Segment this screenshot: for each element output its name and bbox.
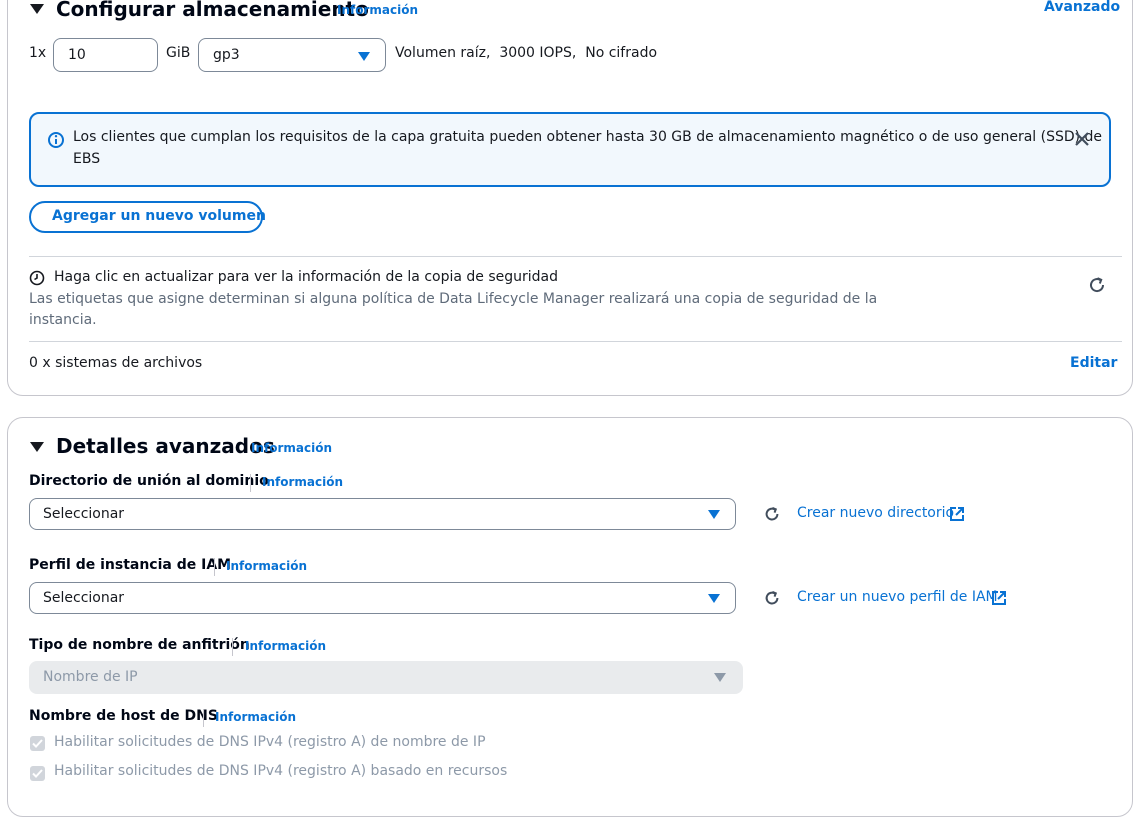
domain-select-value: Seleccionar — [43, 506, 125, 522]
alert-text-line2: EBS — [73, 151, 101, 167]
advanced-title: Detalles avanzados — [56, 434, 275, 458]
refresh-icon[interactable] — [1087, 275, 1107, 295]
external-link-icon[interactable] — [949, 506, 965, 522]
backup-title: Haga clic en actualizar para ver la info… — [54, 269, 558, 285]
volume-type-select[interactable]: gp3 — [198, 38, 386, 72]
refresh-icon[interactable] — [763, 505, 781, 523]
iam-info-link[interactable]: Información — [226, 559, 307, 573]
divider — [29, 256, 1122, 257]
dns-info-link[interactable]: Información — [215, 710, 296, 724]
domain-info-link[interactable]: Información — [262, 475, 343, 489]
check-icon — [32, 739, 43, 748]
iam-select[interactable]: Seleccionar — [29, 582, 736, 614]
add-volume-label: Agregar un nuevo volumen — [52, 208, 266, 224]
separator — [214, 558, 215, 576]
volume-size-value: 10 — [68, 47, 86, 63]
edit-link[interactable]: Editar — [1070, 355, 1117, 371]
dns-ipv4-checkbox[interactable] — [30, 736, 45, 751]
advanced-info-link[interactable]: Información — [251, 441, 332, 455]
separator — [203, 709, 204, 727]
separator — [250, 474, 251, 492]
backup-desc-line1: Las etiquetas que asigne determinan si a… — [29, 291, 878, 307]
refresh-icon[interactable] — [763, 589, 781, 607]
dropdown-arrow-icon — [708, 594, 720, 603]
hostname-select: Nombre de IP — [29, 661, 743, 694]
info-icon — [48, 132, 64, 148]
dns-label: Nombre de host de DNS — [29, 708, 218, 724]
iam-label: Perfil de instancia de IAM — [29, 557, 232, 573]
domain-select[interactable]: Seleccionar — [29, 498, 736, 530]
close-icon[interactable] — [1074, 131, 1090, 147]
hostname-info-link[interactable]: Información — [245, 639, 326, 653]
volume-multiplier: 1x — [29, 45, 47, 61]
hostname-label: Tipo de nombre de anfitrión — [29, 637, 250, 653]
external-link-icon[interactable] — [991, 590, 1007, 606]
hostname-select-value: Nombre de IP — [43, 669, 138, 685]
storage-info-link[interactable]: Información — [337, 3, 418, 17]
collapse-caret-icon[interactable] — [30, 4, 44, 14]
create-directory-link[interactable]: Crear nuevo directorio — [797, 505, 954, 521]
free-tier-alert: Los clientes que cumplan los requisitos … — [29, 112, 1111, 187]
volume-size-input[interactable]: 10 — [53, 38, 158, 72]
filesystems-count: 0 x sistemas de archivos — [29, 355, 203, 371]
volume-type-value: gp3 — [213, 47, 240, 63]
add-volume-button[interactable]: Agregar un nuevo volumen — [29, 201, 266, 233]
dns-resource-checkbox[interactable] — [30, 766, 45, 781]
divider — [29, 341, 1122, 342]
alert-text-line1: Los clientes que cumplan los requisitos … — [73, 129, 1103, 145]
dns-ipv4-label: Habilitar solicitudes de DNS IPv4 (regis… — [54, 734, 486, 750]
backup-desc-line2: instancia. — [29, 312, 97, 328]
dropdown-arrow-icon — [708, 510, 720, 519]
dropdown-arrow-icon — [358, 52, 370, 61]
domain-label: Directorio de unión al dominio — [29, 473, 269, 489]
volume-unit: GiB — [166, 45, 191, 61]
separator — [232, 638, 233, 656]
dropdown-arrow-icon — [714, 673, 726, 682]
collapse-caret-icon[interactable] — [30, 442, 44, 452]
create-iam-profile-link[interactable]: Crear un nuevo perfil de IAM — [797, 589, 998, 605]
check-icon — [32, 769, 43, 778]
volume-description: Volumen raíz, 3000 IOPS, No cifrado — [395, 45, 658, 61]
clock-icon — [29, 270, 45, 286]
iam-select-value: Seleccionar — [43, 590, 125, 606]
advanced-link[interactable]: Avanzado — [1044, 0, 1120, 15]
storage-title: Configurar almacenamiento — [56, 0, 369, 21]
